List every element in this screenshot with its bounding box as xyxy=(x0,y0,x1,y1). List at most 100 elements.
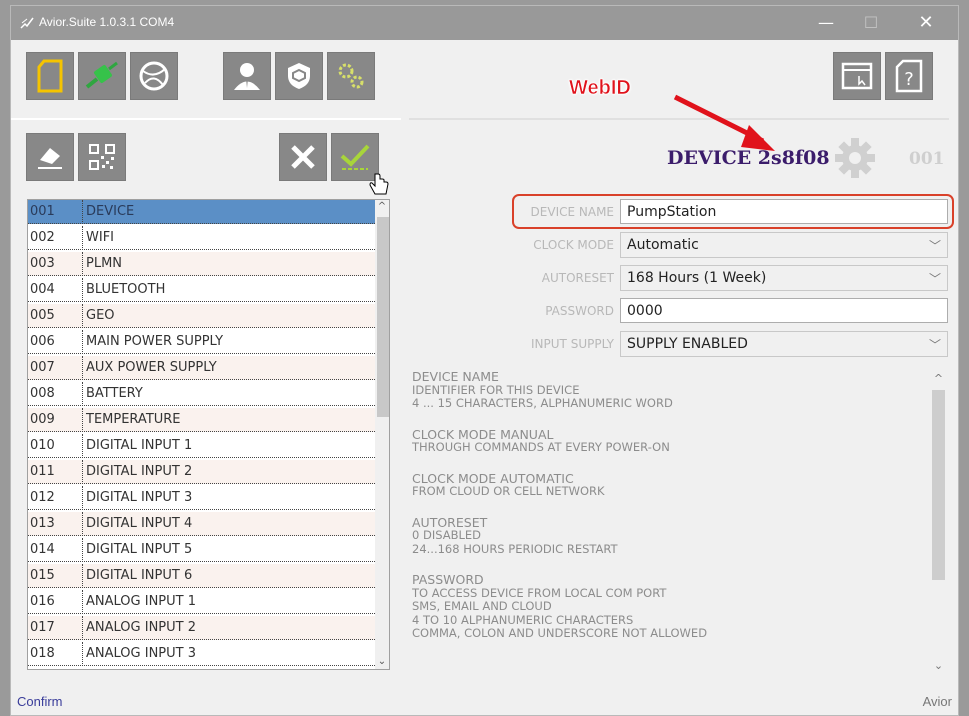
help-block: CLOCK MODE AUTOMATIC FROM CLOUD OR CELL N… xyxy=(412,471,927,499)
usb-connection-icon xyxy=(85,61,118,89)
column-divider xyxy=(82,538,83,562)
status-message: Confirm xyxy=(17,694,63,709)
list-item[interactable]: 006 MAIN POWER SUPPLY xyxy=(28,330,375,354)
list-item[interactable]: 012 DIGITAL INPUT 3 xyxy=(28,486,375,510)
help-line: 4 TO 10 ALPHANUMERIC CHARACTERS xyxy=(412,612,634,627)
list-item-label: AUX POWER SUPPLY xyxy=(86,360,217,375)
list-item[interactable]: 005 GEO xyxy=(28,304,375,328)
scroll-up-icon[interactable]: ^ xyxy=(932,372,945,385)
list-item[interactable]: 003 PLMN xyxy=(28,252,375,276)
password-field[interactable]: 0000 xyxy=(620,298,948,323)
toolbar-divider xyxy=(11,118,401,120)
settings-gears-icon xyxy=(338,63,364,89)
list-item[interactable]: 009 TEMPERATURE xyxy=(28,408,375,432)
parameter-list[interactable]: ^ ⌄ 001 DEVICE 002 WIFI 003 PLMN 004 BLUETOOTH 0… xyxy=(27,199,390,670)
list-item-number: 016 xyxy=(30,594,55,609)
list-item-label: GEO xyxy=(86,308,115,323)
help-line: COMMA, COLON AND UNDERSCORE NOT ALLOWED xyxy=(412,626,708,640)
input-supply-label: INPUT SUPPLY xyxy=(531,337,614,351)
list-scrollbar[interactable]: ^ ⌄ xyxy=(375,200,389,669)
new-document-button[interactable] xyxy=(26,52,74,100)
help-block: CLOCK MODE MANUAL THROUGH COMMANDS AT EVE… xyxy=(412,427,927,455)
list-item-label: BLUETOOTH xyxy=(86,282,166,297)
maximize-button[interactable]: ☐ xyxy=(849,6,893,40)
list-item[interactable]: 008 BATTERY xyxy=(28,382,375,406)
list-item-label: TEMPERATURE xyxy=(86,412,181,427)
list-item[interactable]: 014 DIGITAL INPUT 5 xyxy=(28,538,375,562)
scroll-down-icon[interactable]: ⌄ xyxy=(932,659,945,672)
column-divider xyxy=(82,252,83,276)
scrollbar-thumb[interactable] xyxy=(932,390,945,580)
autoreset-label: AUTORESET xyxy=(541,271,614,285)
scroll-up-icon[interactable]: ^ xyxy=(375,200,389,214)
list-item[interactable]: 018 ANALOG INPUT 3 xyxy=(28,642,375,666)
list-item-label: MAIN POWER SUPPLY xyxy=(86,334,224,349)
security-button[interactable] xyxy=(275,52,323,100)
device-name-field[interactable]: PumpStation xyxy=(620,199,948,224)
list-item-number: 011 xyxy=(30,464,55,479)
close-window-button[interactable]: ✕ xyxy=(904,6,948,40)
confirm-check-icon xyxy=(340,144,370,170)
list-item[interactable]: 013 DIGITAL INPUT 4 xyxy=(28,512,375,536)
input-supply-select[interactable]: SUPPLY ENABLED ﹀ xyxy=(620,331,948,357)
list-item[interactable]: 011 DIGITAL INPUT 2 xyxy=(28,460,375,484)
help-heading: AUTORESET xyxy=(412,514,488,530)
help-panel[interactable]: DEVICE NAME IDENTIFIER FOR THIS DEVICE 4 .… xyxy=(412,370,949,674)
help-line: TO ACCESS DEVICE FROM LOCAL COM PORT xyxy=(412,585,667,600)
help-line: 4 ... 15 CHARACTERS, ALPHANUMERIC WORD xyxy=(412,396,673,410)
app-window: Avior.Suite 1.0.3.1 COM4 — ☐ ✕ ? WebID D… xyxy=(10,5,959,716)
device-number: 001 xyxy=(909,149,945,169)
autoreset-select[interactable]: 168 Hours (1 Week) ﹀ xyxy=(620,265,948,291)
column-divider xyxy=(82,642,83,666)
settings-button[interactable] xyxy=(327,52,375,100)
column-divider xyxy=(82,304,83,328)
cloud-button[interactable] xyxy=(130,52,178,100)
column-divider xyxy=(82,382,83,406)
help-scrollbar[interactable]: ^ ⌄ xyxy=(929,370,947,674)
erase-button[interactable] xyxy=(26,133,74,181)
list-item-label: WIFI xyxy=(86,230,114,245)
list-item-label: DEVICE xyxy=(86,204,135,219)
list-item-number: 001 xyxy=(30,204,55,219)
scroll-down-icon[interactable]: ⌄ xyxy=(375,655,389,669)
list-item[interactable]: 017 ANALOG INPUT 2 xyxy=(28,616,375,640)
help-line: THROUGH COMMANDS AT EVERY POWER-ON xyxy=(412,440,670,454)
qr-code-button[interactable] xyxy=(78,133,126,181)
list-item[interactable]: 015 DIGITAL INPUT 6 xyxy=(28,564,375,588)
list-item-label: DIGITAL INPUT 5 xyxy=(86,542,193,557)
status-brand: Avior xyxy=(922,694,952,709)
list-item-label: ANALOG INPUT 3 xyxy=(86,646,196,661)
cancel-button[interactable] xyxy=(279,133,327,181)
column-divider xyxy=(82,460,83,484)
cancel-x-icon xyxy=(291,145,315,169)
list-item[interactable]: 004 BLUETOOTH xyxy=(28,278,375,302)
usb-connect-button[interactable] xyxy=(78,52,126,100)
list-item[interactable]: 001 DEVICE xyxy=(28,200,375,224)
minimize-button[interactable]: — xyxy=(804,6,848,40)
help-button[interactable]: ? xyxy=(885,52,933,100)
list-item[interactable]: 007 AUX POWER SUPPLY xyxy=(28,356,375,380)
device-name-value: PumpStation xyxy=(627,204,717,220)
list-item-number: 004 xyxy=(30,282,55,297)
list-item-label: DIGITAL INPUT 6 xyxy=(86,568,193,583)
clock-mode-value: Automatic xyxy=(627,237,699,253)
list-item-number: 002 xyxy=(30,230,55,245)
hand-cursor-icon xyxy=(369,173,389,195)
eraser-icon xyxy=(38,148,62,169)
password-label: PASSWORD xyxy=(545,304,614,318)
list-item-number: 013 xyxy=(30,516,55,531)
list-item[interactable]: 010 DIGITAL INPUT 1 xyxy=(28,434,375,458)
clock-mode-label: CLOCK MODE xyxy=(533,238,614,252)
input-supply-value: SUPPLY ENABLED xyxy=(627,336,748,352)
clock-mode-select[interactable]: Automatic ﹀ xyxy=(620,232,948,258)
list-item-number: 014 xyxy=(30,542,55,557)
window-mode-button[interactable] xyxy=(833,52,881,100)
column-divider xyxy=(82,200,83,224)
list-item-number: 007 xyxy=(30,360,55,375)
list-item[interactable]: 016 ANALOG INPUT 1 xyxy=(28,590,375,614)
device-name-label: DEVICE NAME xyxy=(530,205,614,219)
list-item-number: 008 xyxy=(30,386,55,401)
users-button[interactable] xyxy=(223,52,271,100)
list-item[interactable]: 002 WIFI xyxy=(28,226,375,250)
scrollbar-thumb[interactable] xyxy=(377,217,389,417)
